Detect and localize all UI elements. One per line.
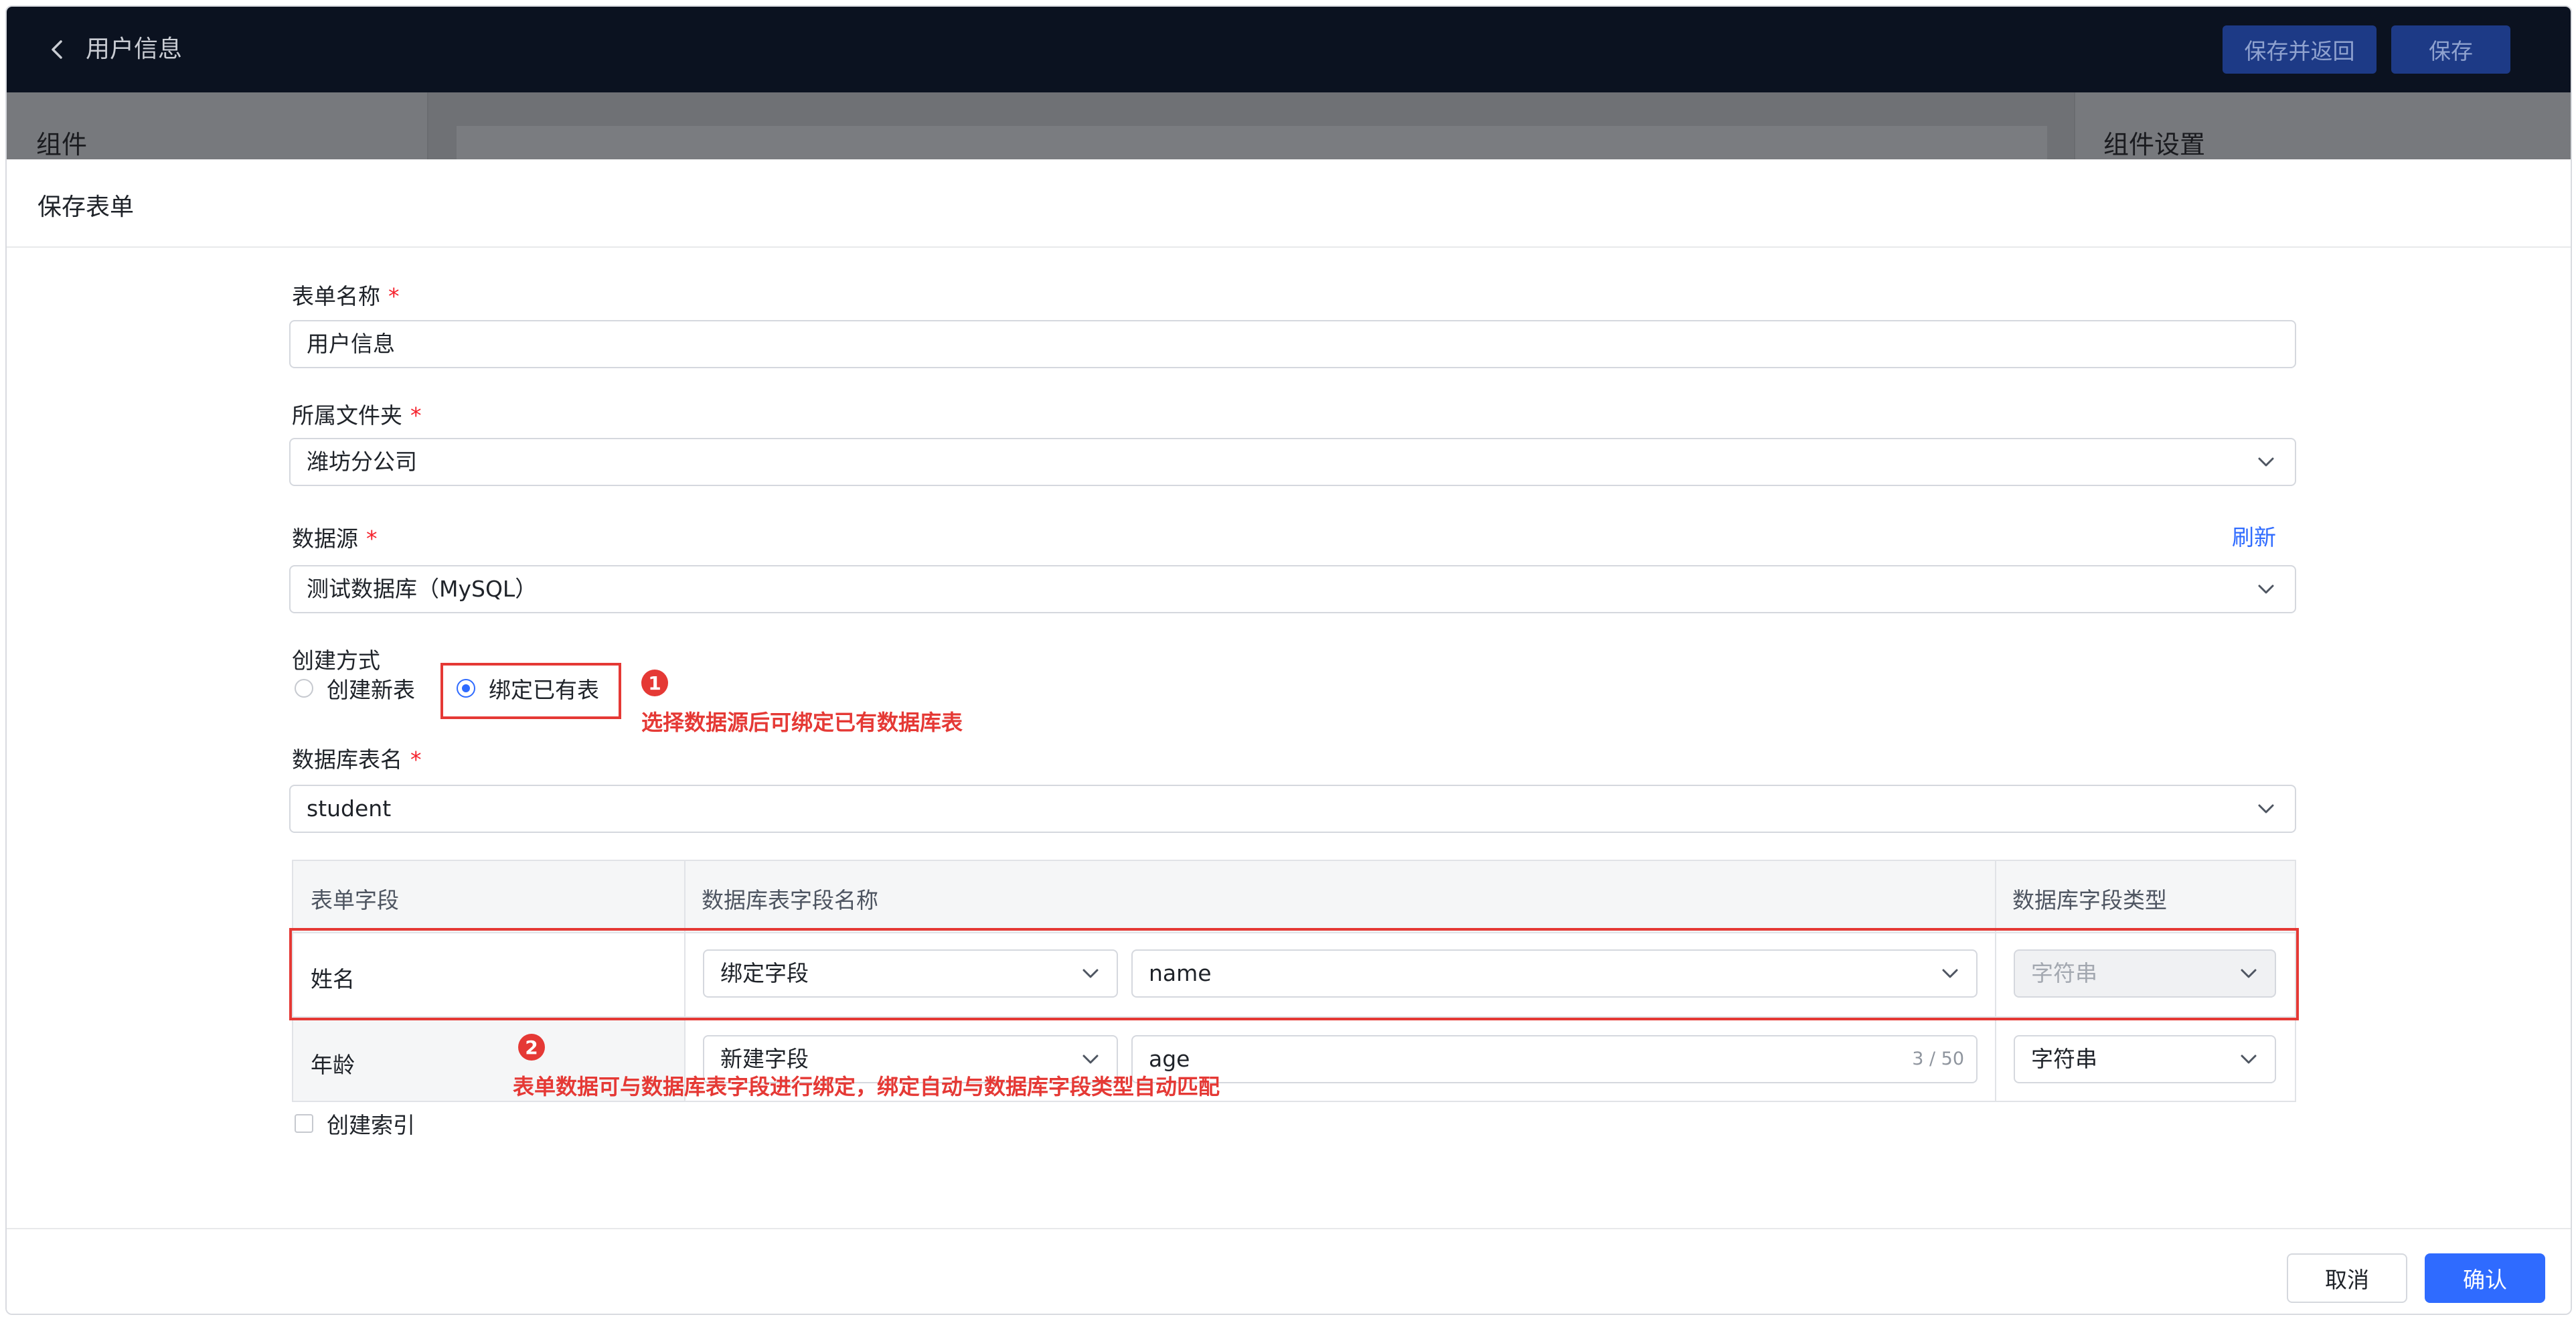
save-button[interactable]: 保存 — [2391, 25, 2510, 74]
radio-create-new-table[interactable]: 创建新表 — [295, 675, 415, 703]
form-field-age: 年龄 — [311, 1052, 355, 1078]
annotation-note-2: 表单数据可与数据库表字段进行绑定，绑定自动与数据库字段类型自动匹配 — [513, 1074, 1220, 1099]
form-name-input[interactable]: 用户信息 — [289, 320, 2296, 368]
chevron-down-icon — [2255, 451, 2277, 473]
db-field-type-value: 字符串 — [2031, 1046, 2097, 1072]
components-panel-title: 组件 — [36, 130, 88, 159]
create-index-checkbox[interactable]: 创建索引 — [295, 1107, 415, 1140]
annotation-badge-1: 1 — [641, 670, 668, 696]
db-field-type-select[interactable]: 字符串 — [2014, 1035, 2276, 1083]
datasource-value: 测试数据库（MySQL） — [307, 576, 538, 602]
folder-value: 潍坊分公司 — [307, 449, 417, 475]
table-header-db-field-type: 数据库字段类型 — [1995, 861, 2295, 933]
page-title: 用户信息 — [86, 35, 183, 63]
chevron-down-icon — [2255, 797, 2277, 820]
annotation-highlight-2 — [289, 928, 2299, 1020]
app-window: 用户信息 保存并返回 保存 组件 组件设置 保存表单 表单名称 * 用户信息 所属… — [5, 5, 2572, 1315]
folder-select[interactable]: 潍坊分公司 — [289, 438, 2296, 486]
table-header-form-field: 表单字段 — [293, 861, 684, 933]
save-and-return-button[interactable]: 保存并返回 — [2223, 25, 2377, 74]
form-name-label: 表单名称 * — [292, 283, 400, 309]
settings-panel-title: 组件设置 — [2103, 130, 2206, 159]
form-name-value: 用户信息 — [307, 331, 395, 357]
top-bar: 用户信息 保存并返回 保存 — [7, 7, 2571, 92]
save-form-dialog: 保存表单 表单名称 * 用户信息 所属文件夹 * 潍坊分公司 数据源 * 刷新 测试数… — [7, 159, 2571, 1314]
radio-circle — [295, 679, 313, 698]
checkbox-label: 创建索引 — [327, 1112, 415, 1138]
dialog-header: 保存表单 — [7, 159, 2571, 248]
chevron-down-icon — [2237, 1048, 2260, 1071]
chevron-down-icon — [1079, 1048, 1102, 1071]
datasource-label: 数据源 * — [292, 526, 378, 552]
annotation-highlight-1 — [440, 663, 621, 719]
dialog-footer-divider — [7, 1228, 2571, 1229]
db-field-name-input[interactable]: age 3 / 50 — [1131, 1035, 1978, 1083]
checkbox-box — [295, 1114, 313, 1133]
table-name-select[interactable]: student — [289, 785, 2296, 833]
confirm-button[interactable]: 确认 — [2425, 1253, 2545, 1303]
chevron-down-icon — [2255, 578, 2277, 601]
annotation-badge-2: 2 — [518, 1034, 545, 1061]
refresh-link[interactable]: 刷新 — [2232, 520, 2276, 552]
folder-label: 所属文件夹 * — [292, 402, 422, 429]
radio-label: 创建新表 — [327, 677, 415, 703]
cancel-button[interactable]: 取消 — [2287, 1253, 2407, 1303]
table-name-label: 数据库表名 * — [292, 747, 422, 773]
annotation-note-1: 选择数据源后可绑定已有数据库表 — [641, 710, 963, 735]
table-header-db-field-name: 数据库表字段名称 — [684, 861, 1995, 933]
dialog-title: 保存表单 — [37, 193, 135, 221]
datasource-select[interactable]: 测试数据库（MySQL） — [289, 565, 2296, 613]
back-arrow-icon[interactable] — [43, 35, 72, 64]
char-counter: 3 / 50 — [1912, 1049, 1964, 1069]
table-name-value: student — [307, 795, 392, 822]
create-mode-label: 创建方式 — [292, 647, 380, 674]
